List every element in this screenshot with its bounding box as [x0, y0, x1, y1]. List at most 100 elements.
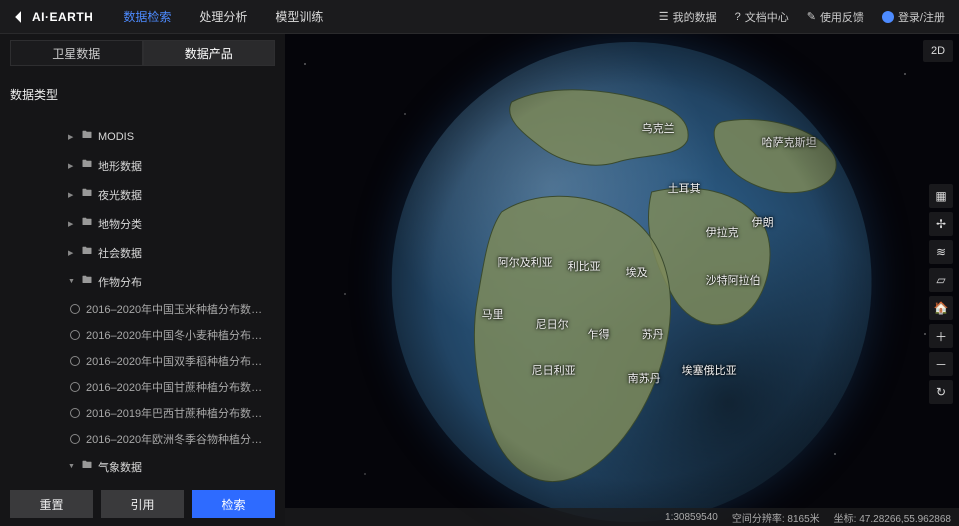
subtabs: 卫星数据 数据产品 — [0, 34, 285, 72]
layers-icon: ≋ — [936, 245, 946, 259]
cat-modis[interactable]: ▶🖿MODIS — [66, 122, 275, 151]
caret-right-icon: ▶ — [68, 191, 76, 199]
map-toolbox: ▦ ✢ ≋ ▱ 🏠 ＋ － ↻ — [929, 184, 953, 404]
earth-globe[interactable]: 乌克兰 哈萨克斯坦 土耳其 伊朗 伊拉克 沙特阿拉伯 埃及 利比亚 阿尔及利亚 … — [392, 42, 872, 522]
topbar-login[interactable]: 登录/注册 — [882, 9, 945, 25]
radio-icon — [70, 356, 80, 366]
caret-down-icon: ▼ — [68, 278, 76, 285]
tool-zoom-in[interactable]: ＋ — [929, 324, 953, 348]
cat-landcover[interactable]: ▶🖿地物分类 — [66, 209, 275, 238]
list-item[interactable]: 2016–2019年巴西甘蔗种植分布数据集（裴拉文… — [68, 400, 275, 426]
logo-icon — [14, 10, 28, 24]
subtab-satellite[interactable]: 卫星数据 — [10, 40, 143, 66]
sidebar: 卫星数据 数据产品 数据类型 ▶🖿MODIS ▶🖿地形数据 ▶🖿夜光数据 ▶🖿地… — [0, 34, 285, 526]
caret-right-icon: ▶ — [68, 162, 76, 170]
topbar-mydata[interactable]: ☰我的数据 — [659, 9, 717, 25]
folder-icon: 🖿 — [82, 157, 92, 174]
tool-draw[interactable]: ▱ — [929, 268, 953, 292]
label-ethiopia: 埃塞俄比亚 — [682, 362, 737, 378]
status-bar: 1:30859540 空间分辨率: 8165米 坐标: 47.28266,55.… — [285, 508, 959, 526]
view-toggle-2d[interactable]: 2D — [923, 40, 953, 62]
zoom-in-icon: ＋ — [935, 328, 947, 345]
tool-zoom-out[interactable]: － — [929, 352, 953, 376]
label-chad: 乍得 — [588, 326, 610, 342]
radio-icon — [70, 408, 80, 418]
draw-icon: ▱ — [936, 273, 945, 287]
radio-icon — [70, 304, 80, 314]
folder-icon: 🖿 — [82, 186, 92, 203]
topbar-feedback[interactable]: ✎使用反馈 — [807, 9, 864, 25]
caret-right-icon: ▶ — [68, 220, 76, 228]
logo: AI·EARTH — [14, 10, 93, 24]
list-item[interactable]: 2016–2020年中国冬小麦种植分布数据集（裴文平… — [68, 322, 275, 348]
tool-refresh[interactable]: ↻ — [929, 380, 953, 404]
label-nigeria: 尼日利亚 — [532, 362, 576, 378]
label-niger: 尼日尔 — [536, 316, 569, 332]
label-iran: 伊朗 — [752, 214, 774, 230]
label-saudi: 沙特阿拉伯 — [706, 272, 761, 288]
caret-right-icon: ▶ — [68, 249, 76, 257]
status-scale: 1:30859540 — [665, 512, 718, 523]
folder-icon: 🖿 — [82, 128, 92, 145]
list-item[interactable]: 2016–2020年中国双季稻种植分布数据集（裴文平… — [68, 348, 275, 374]
cat-nightlight[interactable]: ▶🖿夜光数据 — [66, 180, 275, 209]
tool-home[interactable]: 🏠 — [929, 296, 953, 320]
list-icon: ☰ — [659, 10, 669, 23]
radio-icon — [70, 382, 80, 392]
refresh-icon: ↻ — [936, 385, 946, 399]
topbar-docs[interactable]: ?文档中心 — [735, 9, 789, 25]
folder-icon: 🖿 — [82, 273, 92, 290]
cat-meteo[interactable]: ▼🖿气象数据 — [66, 452, 275, 481]
crop-items: 2016–2020年中国玉米种植分布数据集（裴文平教… 2016–2020年中国… — [68, 296, 275, 452]
reset-button[interactable]: 重置 — [10, 490, 93, 518]
label-egypt: 埃及 — [626, 264, 648, 280]
cat-social[interactable]: ▶🖿社会数据 — [66, 238, 275, 267]
label-ukraine: 乌克兰 — [642, 120, 675, 136]
tool-grid[interactable]: ▦ — [929, 184, 953, 208]
caret-down-icon: ▼ — [68, 463, 76, 470]
search-button[interactable]: 检索 — [192, 490, 275, 518]
nav-process[interactable]: 处理分析 — [199, 8, 247, 25]
logo-text: AI·EARTH — [32, 10, 93, 24]
globe-icon — [882, 11, 894, 23]
label-sudan: 苏丹 — [642, 326, 664, 342]
label-turkey: 土耳其 — [668, 180, 701, 196]
label-kazakhstan: 哈萨克斯坦 — [762, 134, 817, 150]
caret-right-icon: ▶ — [68, 133, 76, 141]
subtab-products[interactable]: 数据产品 — [143, 40, 276, 66]
topbar-right: ☰我的数据 ?文档中心 ✎使用反馈 登录/注册 — [659, 9, 945, 25]
feedback-icon: ✎ — [807, 10, 816, 23]
tool-fullscreen[interactable]: ✢ — [929, 212, 953, 236]
fullscreen-icon: ✢ — [936, 217, 946, 231]
label-mali: 马里 — [482, 306, 504, 322]
category-tree: ▶🖿MODIS ▶🖿地形数据 ▶🖿夜光数据 ▶🖿地物分类 ▶🖿社会数据 ▼🖿作物… — [0, 122, 285, 482]
list-item[interactable]: 2016–2020年中国甘蔗种植分布数据集（裴文平教… — [68, 374, 275, 400]
data-type-label: 数据类型 — [10, 86, 58, 103]
home-icon: 🏠 — [934, 301, 949, 315]
radio-icon — [70, 330, 80, 340]
zoom-out-icon: － — [935, 356, 947, 373]
label-iraq: 伊拉克 — [706, 224, 739, 240]
nav-data-search[interactable]: 数据检索 — [123, 8, 171, 25]
landmass-overlay — [392, 42, 872, 522]
main-nav: 数据检索 处理分析 模型训练 — [123, 8, 658, 25]
folder-icon: 🖿 — [82, 244, 92, 261]
help-icon: ? — [735, 11, 741, 23]
cat-crop[interactable]: ▼🖿作物分布 — [66, 267, 275, 296]
label-algeria: 阿尔及利亚 — [498, 254, 553, 270]
folder-icon: 🖿 — [82, 215, 92, 232]
cat-terrain[interactable]: ▶🖿地形数据 — [66, 151, 275, 180]
bottom-actions: 重置 引用 检索 — [0, 482, 285, 526]
grid-icon: ▦ — [935, 189, 946, 203]
label-ssudan: 南苏丹 — [628, 370, 661, 386]
nav-train[interactable]: 模型训练 — [275, 8, 323, 25]
list-item[interactable]: 2016–2020年中国玉米种植分布数据集（裴文平教… — [68, 296, 275, 322]
app-header: AI·EARTH 数据检索 处理分析 模型训练 ☰我的数据 ?文档中心 ✎使用反… — [0, 0, 959, 34]
tool-layers[interactable]: ≋ — [929, 240, 953, 264]
status-coords: 坐标: 47.28266,55.962868 — [834, 510, 951, 525]
map-viewport[interactable]: 乌克兰 哈萨克斯坦 土耳其 伊朗 伊拉克 沙特阿拉伯 埃及 利比亚 阿尔及利亚 … — [285, 34, 959, 526]
status-resolution: 空间分辨率: 8165米 — [732, 510, 820, 525]
cite-button[interactable]: 引用 — [101, 490, 184, 518]
label-libya: 利比亚 — [568, 258, 601, 274]
list-item[interactable]: 2016–2020年欧洲冬季谷物种植分布数据集（裴文… — [68, 426, 275, 452]
